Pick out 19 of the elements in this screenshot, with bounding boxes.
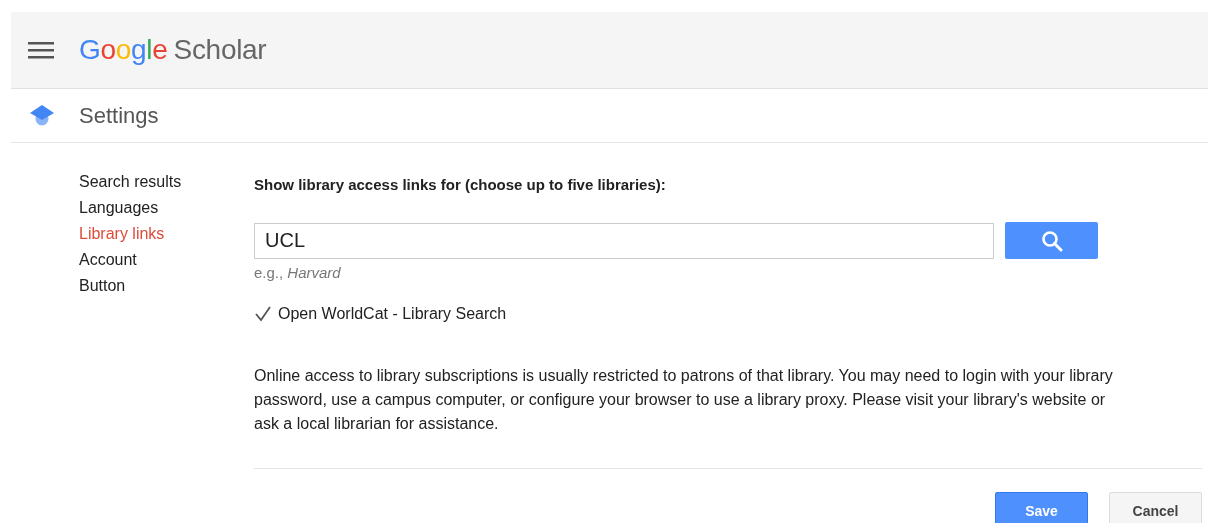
sidebar-link[interactable]: Languages <box>79 195 159 221</box>
library-search-field[interactable]: UCL <box>254 222 994 259</box>
sidebar-link[interactable]: Button <box>79 273 126 299</box>
search-button[interactable] <box>1005 222 1098 259</box>
cancel-button[interactable]: Cancel <box>1109 492 1202 523</box>
sidebar-link[interactable]: Search results <box>79 169 182 195</box>
menu-icon[interactable] <box>28 41 54 59</box>
section-heading: Show library access links for (choose up to five libraries): <box>254 175 667 195</box>
sidebar-link[interactable]: Library links <box>79 221 165 247</box>
search-icon <box>1040 229 1063 252</box>
logo-product-name[interactable]: Scholar <box>173 34 267 66</box>
page-title: Settings <box>79 102 159 129</box>
sidebar-link[interactable]: Account <box>79 247 137 273</box>
info-paragraph: Online access to library subscriptions is usually restricted to patrons of that library. You may need to login with your library password, use a campus computer, or configure your browser to use a library proxy. Please visit your library's website or ask a local librarian for assistance. <box>254 366 1114 434</box>
graduation-cap-icon <box>30 104 54 127</box>
field-hint: e.g., Harvard <box>254 264 342 281</box>
checkbox[interactable] <box>254 305 272 323</box>
logo-wordmark[interactable]: Google <box>79 34 168 66</box>
checkbox-label: Open WorldCat - Library Search <box>278 305 507 323</box>
